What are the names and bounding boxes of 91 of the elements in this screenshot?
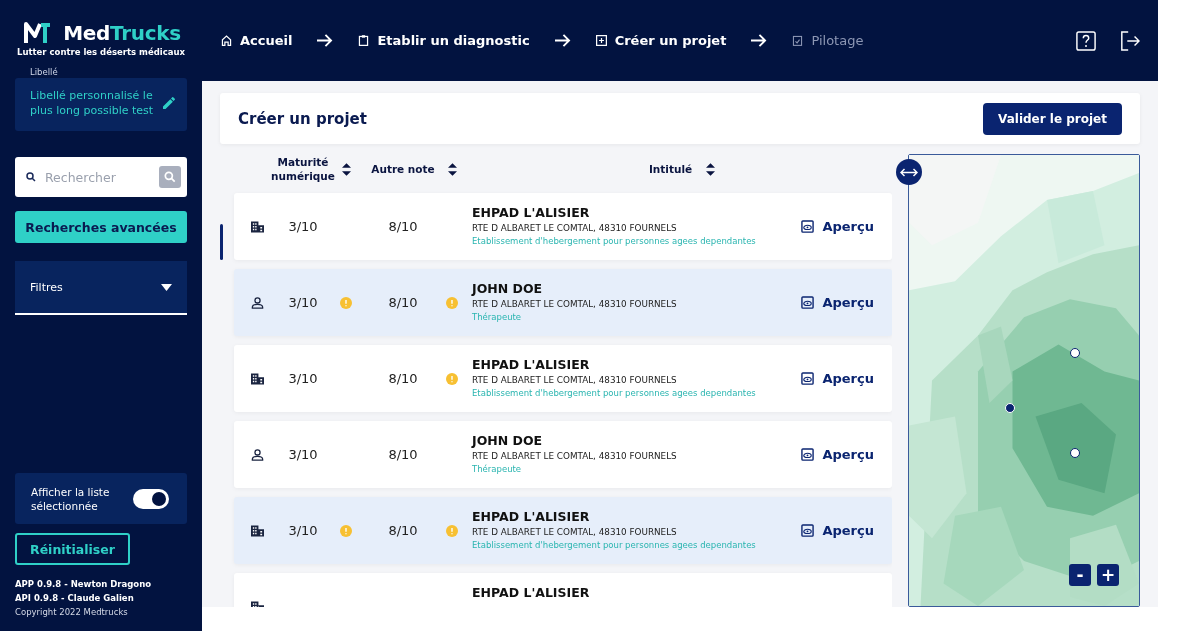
entity-name: EHPAD L'ALISIER xyxy=(472,205,591,220)
map-marker[interactable] xyxy=(1069,447,1080,458)
scrollbar-thumb[interactable] xyxy=(220,224,223,260)
maturity-score: 3/10 xyxy=(288,523,318,538)
column-header[interactable]: Intitulé xyxy=(648,162,693,176)
building-icon xyxy=(250,524,264,537)
preview-button[interactable]: Aperçu xyxy=(801,295,874,310)
entity-type: Thérapeute xyxy=(472,464,523,474)
preview-button[interactable]: Aperçu xyxy=(801,523,874,538)
entity-type: Etablissement d'hebergement pour personnes agees dependantes xyxy=(472,540,757,550)
preview-button[interactable]: Aperçu xyxy=(801,447,874,462)
caret-icon xyxy=(161,283,172,291)
entity-name: JOHN DOE xyxy=(472,281,544,296)
entity-name: JOHN DOE xyxy=(472,433,544,448)
toggle-label: Afficher la liste sélectionnée xyxy=(31,484,111,513)
toggle-switch[interactable] xyxy=(133,488,169,509)
eye-icon xyxy=(801,448,815,461)
help-icon[interactable] xyxy=(1076,30,1096,51)
preview-button[interactable]: Aperçu xyxy=(801,219,874,234)
entity-name: EHPAD L'ALISIER xyxy=(472,585,591,600)
tagline: Lutter contre les déserts médicaux xyxy=(17,47,185,57)
entity-address: RTE D ALBARET LE COMTAL, 48310 FOURNELS xyxy=(472,299,678,309)
arrow-icon xyxy=(553,33,571,48)
maturity-score: 3/10 xyxy=(288,371,318,386)
filters-dropdown[interactable]: Filtres xyxy=(15,261,187,315)
clipboard-icon xyxy=(357,34,371,47)
label-value: Libellé personnalisé le plus long possible test xyxy=(30,87,155,118)
pencil-icon[interactable] xyxy=(161,94,177,111)
person-icon xyxy=(250,296,264,309)
entity-address: RTE D ALBARET LE COMTAL, 48310 FOURNELS xyxy=(472,451,678,461)
sort-icon[interactable] xyxy=(341,162,351,176)
result-row[interactable]: 3/10 8/10 JOHN DOE RTE D ALBARET LE COMTAL, 48310 FOURNELS Thérapeute Aperçu xyxy=(234,421,892,488)
preview-button[interactable]: Aperçu xyxy=(801,371,874,386)
person-icon xyxy=(250,448,264,461)
checklist-icon xyxy=(791,34,805,47)
sort-icon[interactable] xyxy=(706,162,716,176)
other-score: 8/10 xyxy=(388,295,418,310)
plus-icon xyxy=(594,34,608,47)
other-score: 8/10 xyxy=(388,219,418,234)
result-row[interactable]: 3/10 8/10 EHPAD L'ALISIER RTE D ALBARET LE COMTAL, 48310 FOURNELS Etablissement d'hebergement pour personnes agees dependantes Aperçu xyxy=(234,497,892,564)
zoom-out-button[interactable]: - xyxy=(1069,564,1091,586)
eye-icon xyxy=(801,372,815,385)
entity-type: Thérapeute xyxy=(472,312,523,322)
result-row[interactable]: 3/10 8/10 EHPAD L'ALISIER RTE D ALBARET LE COMTAL, 48310 FOURNELS Etablissement d'hebergement pour personnes agees dependantes Aperçu xyxy=(234,345,892,412)
maturity-score: 3/10 xyxy=(288,219,318,234)
maturity-score: 3/10 xyxy=(288,295,318,310)
search-field[interactable]: Rechercher xyxy=(15,157,187,197)
entity-name: EHPAD L'ALISIER xyxy=(472,509,591,524)
eye-icon xyxy=(801,524,815,537)
page-title: Créer un projet xyxy=(238,109,367,128)
version-text: APP 0.9.8 - Newton Dragono xyxy=(15,579,153,589)
other-score: 8/10 xyxy=(388,523,418,538)
logout-icon[interactable] xyxy=(1120,30,1140,51)
result-row[interactable]: EHPAD L'ALISIER xyxy=(234,573,892,607)
eye-icon xyxy=(801,296,815,309)
nav-link[interactable]: Etablir un diagnostic xyxy=(357,33,530,48)
search-icon xyxy=(25,171,37,183)
double-arrow-icon xyxy=(900,166,918,178)
brand-name: MedTrucks xyxy=(63,21,181,45)
entity-address: RTE D ALBARET LE COMTAL, 48310 FOURNELS xyxy=(472,527,678,537)
arrow-icon xyxy=(316,33,334,48)
eye-icon xyxy=(801,220,815,233)
field-label: Libellé xyxy=(30,67,59,78)
map-marker[interactable] xyxy=(1069,348,1080,359)
sort-icon[interactable] xyxy=(447,162,457,176)
other-score: 8/10 xyxy=(388,371,418,386)
result-row[interactable]: 3/10 8/10 EHPAD L'ALISIER RTE D ALBARET LE COMTAL, 48310 FOURNELS Etablissement d'hebergement pour personnes agees dependantes Aperçu xyxy=(234,193,892,260)
advanced-search-button[interactable]: Recherches avancées xyxy=(15,211,187,243)
version-text: API 0.9.8 - Claude Galien xyxy=(15,593,135,603)
search-icon xyxy=(163,170,177,184)
entity-type: Etablissement d'hebergement pour personnes agees dependantes xyxy=(472,236,757,246)
expand-button[interactable] xyxy=(896,159,922,185)
reset-button[interactable]: Réinitialiser xyxy=(15,533,130,565)
column-header[interactable]: Autre note xyxy=(371,162,435,176)
entity-name: EHPAD L'ALISIER xyxy=(472,357,591,372)
column-header[interactable]: Maturité numérique xyxy=(271,155,335,183)
result-row[interactable]: 3/10 8/10 JOHN DOE RTE D ALBARET LE COMTAL, 48310 FOURNELS Thérapeute Aperçu xyxy=(234,269,892,336)
maturity-score: 3/10 xyxy=(288,447,318,462)
entity-address: RTE D ALBARET LE COMTAL, 48310 FOURNELS xyxy=(472,223,678,233)
validate-button[interactable]: Valider le projet xyxy=(983,102,1122,135)
arrow-icon xyxy=(750,33,768,48)
building-icon xyxy=(250,372,264,385)
copyright-text: Copyright 2022 Medtrucks xyxy=(15,607,129,617)
building-icon xyxy=(250,220,264,233)
home-icon xyxy=(220,34,233,47)
nav-link[interactable]: Accueil xyxy=(220,33,293,48)
other-score: 8/10 xyxy=(388,447,418,462)
entity-type: Etablissement d'hebergement pour personnes agees dependantes xyxy=(472,388,757,398)
nav-link[interactable]: Créer un projet xyxy=(594,33,727,48)
zoom-in-button[interactable]: + xyxy=(1097,564,1119,586)
entity-address: RTE D ALBARET LE COMTAL, 48310 FOURNELS xyxy=(472,375,678,385)
